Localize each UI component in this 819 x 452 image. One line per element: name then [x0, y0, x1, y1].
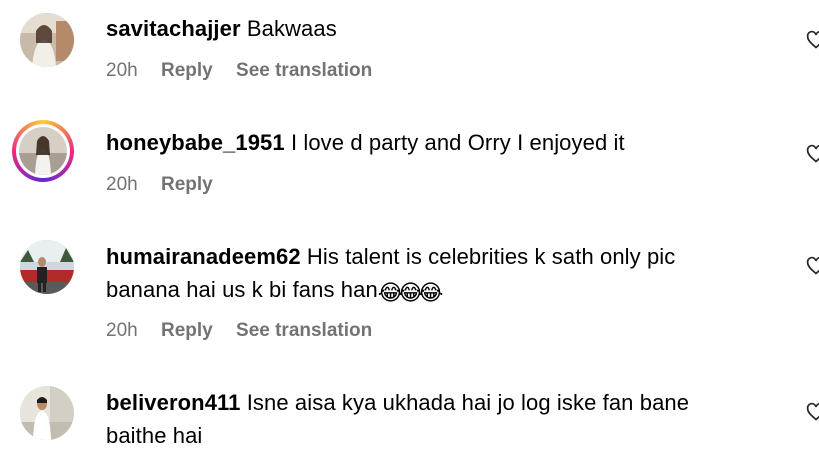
see-translation-button[interactable]: See translation: [236, 320, 372, 341]
avatar[interactable]: [20, 13, 74, 67]
comment-body-line1: His talent is celebrities k sath only pi…: [306, 244, 676, 269]
comment-timestamp[interactable]: 20h: [106, 60, 138, 81]
comment-text: beliveron411 Isne aisa kya ukhada hai jo…: [106, 386, 776, 452]
avatar[interactable]: [20, 386, 74, 440]
heart-outline-icon[interactable]: [806, 256, 819, 276]
comment-username[interactable]: honeybabe_1951: [106, 130, 285, 155]
comment-timestamp[interactable]: 20h: [106, 174, 138, 195]
reply-button[interactable]: Reply: [161, 320, 213, 341]
laughing-tears-emoji: 😂: [377, 280, 404, 305]
avatar: [19, 127, 67, 175]
heart-outline-icon[interactable]: [806, 30, 819, 50]
comment-text: honeybabe_1951 I love d party and Orry I…: [106, 126, 776, 159]
comment-body: I love d party and Orry I enjoyed it: [290, 130, 625, 155]
comment-body-line1: Isne aisa kya ukhada hai jo log iske fan…: [246, 390, 690, 415]
comment-meta: 20h Reply See translation: [106, 320, 390, 342]
avatar-ring-gap: [16, 124, 70, 178]
comment-text: humairanadeem62 His talent is celebritie…: [106, 240, 776, 306]
comment-body: Bakwaas: [246, 16, 337, 41]
comment-meta: 20h Reply See translation: [106, 60, 390, 82]
comment-username[interactable]: humairanadeem62: [106, 244, 301, 269]
laughing-tears-emoji: 😂: [397, 280, 424, 305]
comment-username[interactable]: beliveron411: [106, 390, 241, 415]
comment-meta: 20h Reply: [106, 174, 231, 196]
comment-username[interactable]: savitachajjer: [106, 16, 241, 41]
comment-body-line2: baithe hai: [106, 423, 203, 448]
reply-button[interactable]: Reply: [161, 174, 213, 195]
reply-button[interactable]: Reply: [161, 60, 213, 81]
heart-outline-icon[interactable]: [806, 402, 819, 422]
see-translation-button[interactable]: See translation: [236, 60, 372, 81]
comment-timestamp[interactable]: 20h: [106, 320, 138, 341]
avatar[interactable]: [20, 240, 74, 294]
laughing-tears-emoji: 😂: [417, 280, 444, 305]
avatar-story-ring[interactable]: [12, 120, 74, 182]
comment-body-line2: banana hai us k bi fans han: [106, 277, 378, 302]
heart-outline-icon[interactable]: [806, 144, 819, 164]
comment-text: savitachajjer Bakwaas: [106, 12, 776, 45]
